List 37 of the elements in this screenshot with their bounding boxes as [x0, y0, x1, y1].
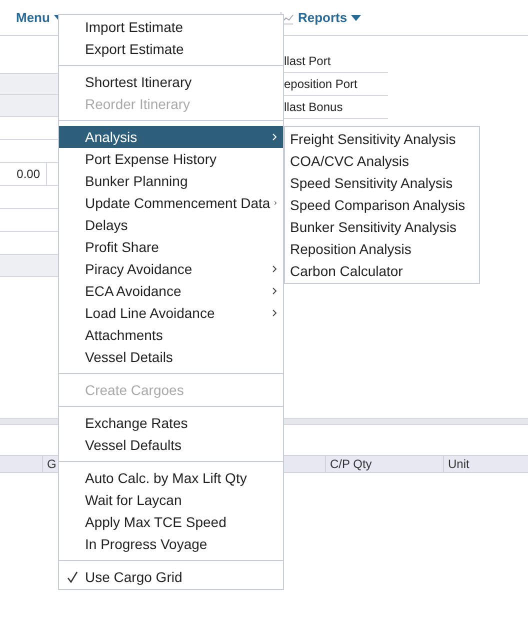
menu-item[interactable]: Apply Max TCE Speed [59, 511, 283, 533]
menu-item[interactable]: Update Commencement Data [59, 192, 283, 214]
menu-item[interactable]: Use Cargo Grid [59, 566, 283, 588]
menu-item[interactable]: Delays [59, 214, 283, 236]
chevron-right-icon [274, 199, 277, 207]
chevron-right-icon [272, 287, 277, 295]
menu-item[interactable]: Vessel Defaults [59, 434, 283, 456]
menu-item[interactable]: Piracy Avoidance [59, 258, 283, 280]
menu-item[interactable]: Port Expense History [59, 148, 283, 170]
menu-item[interactable]: Vessel Details [59, 346, 283, 368]
menu-item[interactable]: Analysis [59, 126, 283, 148]
menu-item[interactable]: Export Estimate [59, 38, 283, 60]
menu-item[interactable]: Attachments [59, 324, 283, 346]
menu-item[interactable]: Reposition Analysis [285, 238, 479, 260]
menu-item[interactable]: Profit Share [59, 236, 283, 258]
menu-item[interactable]: Bunker Planning [59, 170, 283, 192]
value-cell: 0.00 [0, 163, 47, 185]
column-header: C/P Qty [326, 456, 444, 472]
menu-item[interactable]: Speed Comparison Analysis [285, 194, 479, 216]
menu-item[interactable]: Exchange Rates [59, 412, 283, 434]
column-header: Unit [447, 456, 470, 472]
menu-item[interactable]: Bunker Sensitivity Analysis [285, 216, 479, 238]
menu-item[interactable]: Speed Sensitivity Analysis [285, 172, 479, 194]
menu-item[interactable]: COA/CVC Analysis [285, 150, 479, 172]
chevron-right-icon [272, 133, 277, 141]
menu-item[interactable]: Import Estimate [59, 16, 283, 38]
menu-item[interactable]: Carbon Calculator [285, 260, 479, 282]
menu-item[interactable]: In Progress Voyage [59, 533, 283, 555]
menu-item[interactable]: Freight Sensitivity Analysis [285, 128, 479, 150]
menu-item[interactable]: Load Line Avoidance [59, 302, 283, 324]
menu-item[interactable]: Wait for Laycan [59, 489, 283, 511]
checkmark-icon [67, 571, 78, 583]
chevron-right-icon [272, 265, 277, 273]
menu-item[interactable]: ECA Avoidance [59, 280, 283, 302]
caret-icon [351, 14, 362, 20]
chevron-right-icon [272, 309, 277, 317]
menu-item[interactable]: Shortest Itinerary [59, 71, 283, 93]
